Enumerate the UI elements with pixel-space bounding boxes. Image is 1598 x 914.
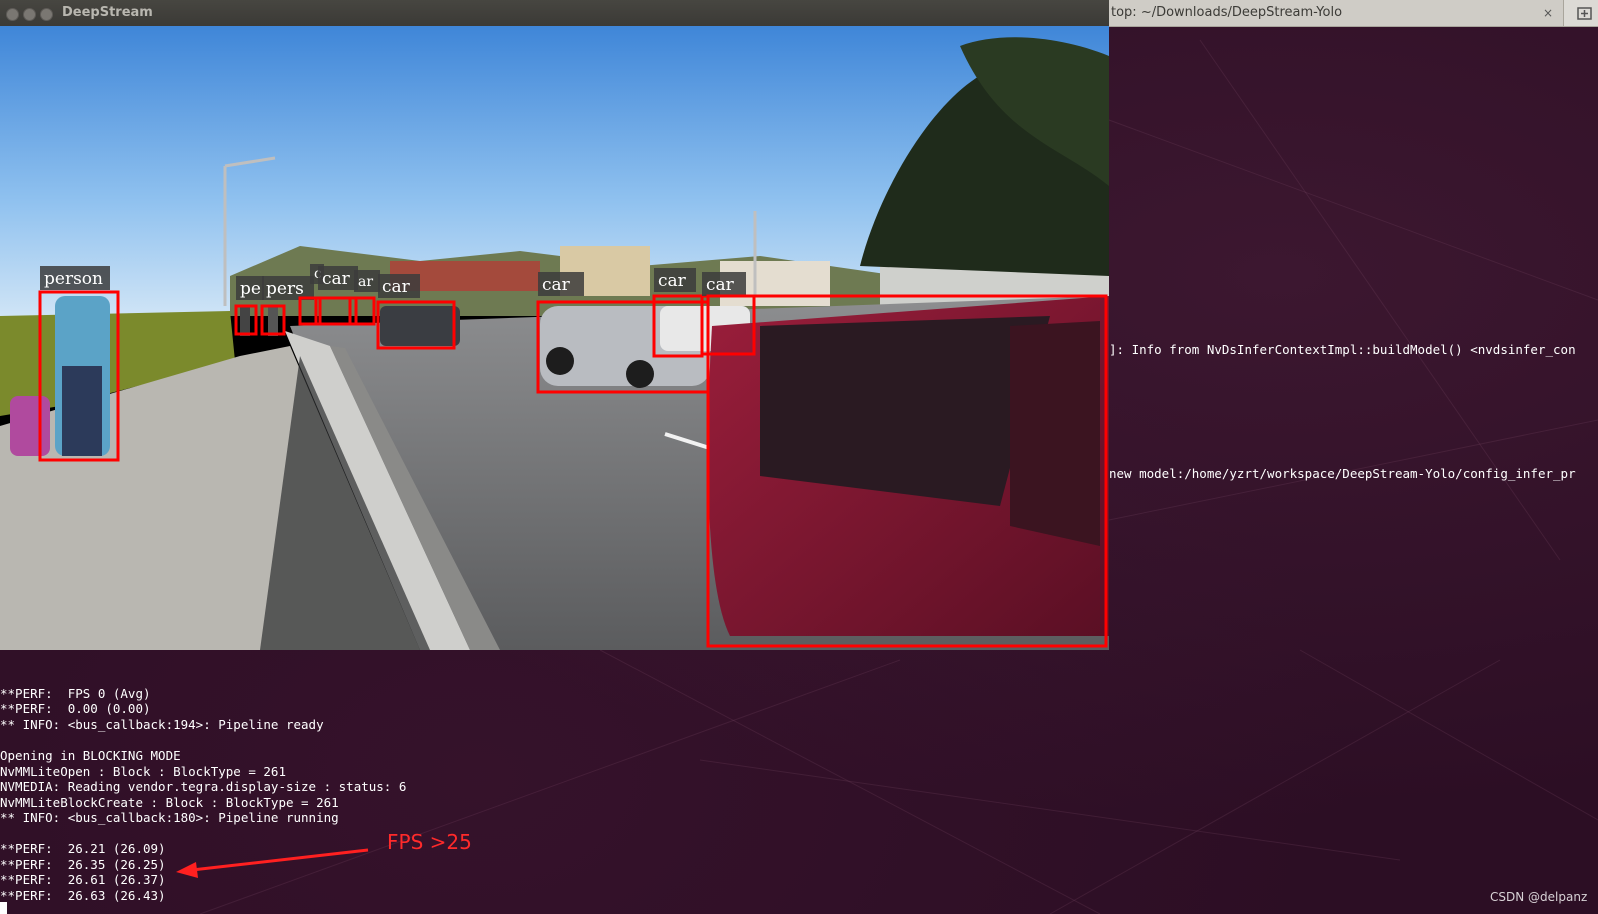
watermark: CSDN @delpanz	[1490, 890, 1588, 904]
annotation-arrow-icon	[176, 848, 369, 878]
fps-annotation: FPS >25	[387, 830, 472, 854]
